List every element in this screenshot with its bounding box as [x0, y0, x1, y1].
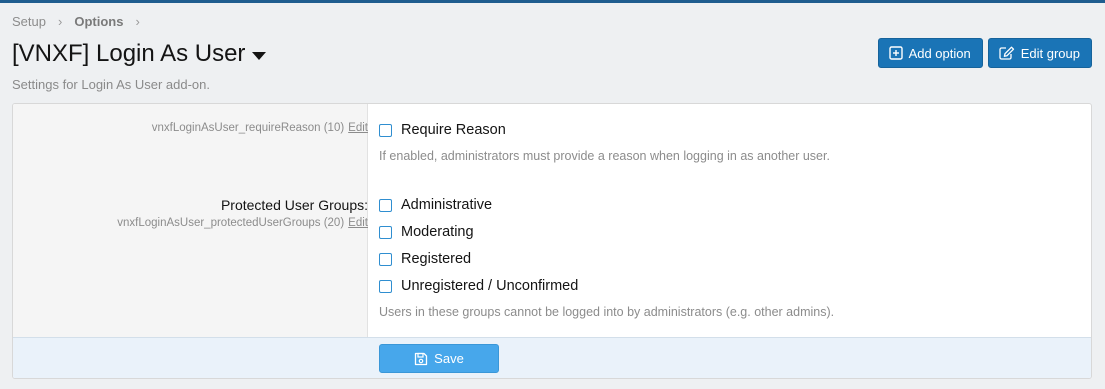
- group-label: Registered: [401, 251, 472, 267]
- require-reason-label: Require Reason: [401, 122, 506, 138]
- group-label: Moderating: [401, 224, 474, 240]
- group-checkbox[interactable]: [379, 252, 392, 266]
- add-option-button[interactable]: Add option: [877, 38, 983, 68]
- page-title-text: [VNXF] Login As User: [12, 40, 246, 67]
- group-checkbox[interactable]: [379, 225, 392, 239]
- group-checkbox-row-unregistered[interactable]: Unregistered / Unconfirmed: [379, 278, 578, 294]
- group-checkbox-row-administrative[interactable]: Administrative: [379, 197, 492, 213]
- plus-square-icon: [888, 46, 903, 60]
- breadcrumb-setup[interactable]: Setup: [12, 14, 46, 29]
- options-form: vnxfLoginAsUser_requireReason (10) Edit R…: [12, 103, 1092, 379]
- require-reason-explain: If enabled, administrators must provide …: [379, 149, 830, 163]
- group-checkbox[interactable]: [379, 198, 392, 212]
- require-reason-checkbox-row[interactable]: Require Reason: [379, 122, 506, 138]
- require-reason-hint: vnxfLoginAsUser_requireReason (10) Edit: [152, 122, 368, 134]
- top-accent-strip: [0, 0, 1105, 3]
- protected-groups-explain: Users in these groups cannot be logged i…: [379, 305, 835, 319]
- require-reason-edit-link[interactable]: Edit: [348, 122, 368, 134]
- protected-groups-edit-link[interactable]: Edit: [348, 217, 368, 229]
- protected-groups-label: Protected User Groups:: [220, 197, 368, 213]
- breadcrumb: Setup › Options ›: [12, 14, 152, 29]
- group-label: Administrative: [401, 197, 493, 213]
- group-label: Unregistered / Unconfirmed: [401, 278, 579, 294]
- protected-groups-hint: vnxfLoginAsUser_protectedUserGroups (20)…: [117, 217, 368, 229]
- add-option-label: Add option: [908, 45, 971, 61]
- caret-down-icon[interactable]: [252, 51, 267, 60]
- require-reason-option-id: vnxfLoginAsUser_requireReason (10): [151, 122, 345, 134]
- group-checkbox-row-moderating[interactable]: Moderating: [379, 224, 474, 240]
- header-actions: Add option Edit group: [877, 38, 1092, 68]
- breadcrumb-options[interactable]: Options: [74, 14, 123, 29]
- edit-group-label: Edit group: [1020, 45, 1080, 61]
- page-description: Settings for Login As User add-on.: [12, 77, 211, 92]
- chevron-right-icon: ›: [57, 14, 63, 29]
- page-title[interactable]: [VNXF] Login As User: [12, 40, 267, 68]
- edit-pencil-icon: [999, 46, 1014, 60]
- protected-groups-option-id: vnxfLoginAsUser_protectedUserGroups (20): [117, 217, 345, 229]
- save-button[interactable]: Save: [379, 344, 499, 373]
- edit-group-button[interactable]: Edit group: [987, 38, 1092, 68]
- floppy-disk-icon: [415, 352, 428, 365]
- chevron-right-icon: ›: [135, 14, 140, 29]
- save-label: Save: [434, 351, 464, 366]
- form-submit-row: Save: [13, 337, 1091, 378]
- group-checkbox[interactable]: [379, 279, 392, 293]
- group-checkbox-row-registered[interactable]: Registered: [379, 251, 471, 267]
- require-reason-checkbox[interactable]: [379, 123, 392, 137]
